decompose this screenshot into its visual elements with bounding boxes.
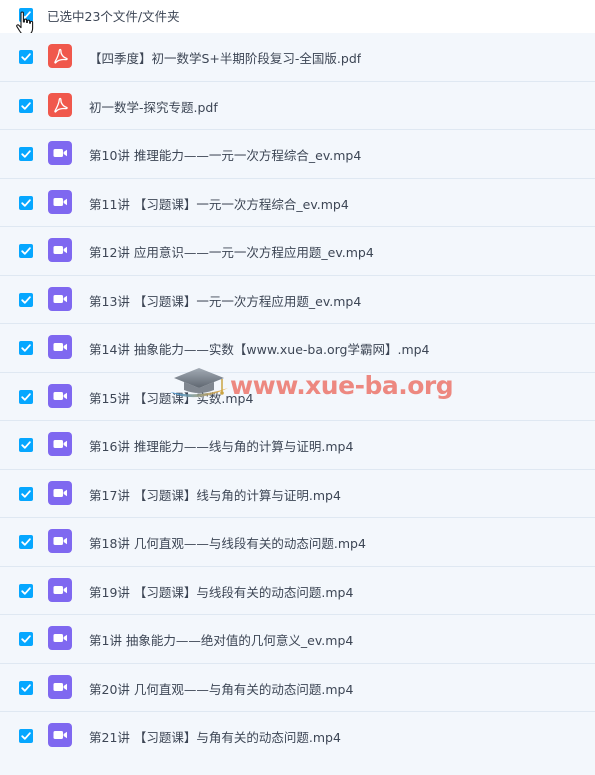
- file-checkbox[interactable]: [19, 341, 33, 355]
- file-row[interactable]: 第15讲 【习题课】实数.mp4: [0, 372, 595, 421]
- video-file-icon: [48, 383, 72, 408]
- file-checkbox[interactable]: [19, 583, 33, 598]
- file-name[interactable]: 第15讲 【习题课】实数.mp4: [89, 388, 253, 407]
- file-row[interactable]: 第14讲 抽象能力——实数【www.xue-ba.org学霸网】.mp4: [0, 324, 595, 373]
- video-file-icon: [48, 529, 72, 553]
- file-checkbox[interactable]: [19, 292, 33, 307]
- checkbox-checked-icon: [21, 441, 31, 449]
- file-checkbox[interactable]: [19, 195, 33, 210]
- checkbox-checked-icon: [21, 538, 31, 546]
- checkbox-checked-icon: [21, 295, 31, 304]
- file-name[interactable]: 第13讲 【习题课】一元一次方程应用题_ev.mp4: [89, 291, 361, 310]
- file-row[interactable]: 第11讲 【习题课】一元一次方程综合_ev.mp4: [0, 178, 595, 227]
- video-file-icon: [48, 480, 72, 505]
- file-name[interactable]: 第20讲 几何直观——与角有关的动态问题.mp4: [89, 679, 353, 698]
- file-name[interactable]: 第1讲 抽象能力——绝对值的几何意义_ev.mp4: [89, 630, 353, 649]
- file-row[interactable]: 第19讲 【习题课】与线段有关的动态问题.mp4: [0, 566, 595, 615]
- file-row[interactable]: 第18讲 几何直观——与线段有关的动态问题.mp4: [0, 518, 595, 567]
- checkbox-checked-icon: [21, 683, 31, 692]
- video-file-icon: [48, 577, 72, 602]
- video-file-icon: [48, 432, 72, 456]
- checkbox-checked-icon: [21, 392, 31, 401]
- pdf-file-icon: [48, 44, 72, 68]
- file-checkbox[interactable]: [19, 98, 33, 113]
- file-name[interactable]: 第16讲 推理能力——线与角的计算与证明.mp4: [89, 436, 353, 455]
- file-name[interactable]: 第18讲 几何直观——与线段有关的动态问题.mp4: [89, 533, 366, 552]
- file-name[interactable]: 第14讲 抽象能力——实数【www.xue-ba.org学霸网】.mp4: [89, 339, 430, 358]
- file-name[interactable]: 初一数学-探究专题.pdf: [89, 97, 218, 116]
- file-row[interactable]: 第12讲 应用意识——一元一次方程应用题_ev.mp4: [0, 227, 595, 276]
- video-file-icon: [48, 189, 72, 214]
- file-row[interactable]: 初一数学-探究专题.pdf: [0, 81, 595, 130]
- file-checkbox[interactable]: [19, 632, 33, 646]
- video-file-icon: [48, 335, 72, 359]
- file-row[interactable]: 第20讲 几何直观——与角有关的动态问题.mp4: [0, 663, 595, 712]
- checkbox-checked-icon: [21, 344, 31, 352]
- video-file-icon: [48, 723, 72, 747]
- video-file-icon: [48, 674, 72, 699]
- file-checkbox[interactable]: [19, 486, 33, 501]
- selection-count-label: 已选中23个文件/文件夹: [47, 9, 180, 24]
- file-row[interactable]: 第16讲 推理能力——线与角的计算与证明.mp4: [0, 421, 595, 470]
- file-row[interactable]: 第13讲 【习题课】一元一次方程应用题_ev.mp4: [0, 275, 595, 324]
- pdf-file-icon: [48, 92, 72, 117]
- file-name[interactable]: 第19讲 【习题课】与线段有关的动态问题.mp4: [89, 582, 353, 601]
- file-name[interactable]: 【四季度】初一数学S+半期阶段复习-全国版.pdf: [89, 48, 361, 67]
- file-list: 【四季度】初一数学S+半期阶段复习-全国版.pdf 初一数学-探究专题.pdf …: [0, 33, 595, 761]
- file-name[interactable]: 第12讲 应用意识——一元一次方程应用题_ev.mp4: [89, 242, 374, 261]
- checkbox-checked-icon: [21, 53, 31, 61]
- file-checkbox[interactable]: [19, 680, 33, 695]
- file-checkbox[interactable]: [19, 244, 33, 258]
- file-checkbox[interactable]: [19, 438, 33, 452]
- file-name[interactable]: 第11讲 【习题课】一元一次方程综合_ev.mp4: [89, 194, 349, 213]
- checkbox-checked-icon: [21, 635, 31, 643]
- file-checkbox[interactable]: [19, 535, 33, 549]
- video-file-icon: [48, 626, 72, 650]
- file-row[interactable]: 第17讲 【习题课】线与角的计算与证明.mp4: [0, 469, 595, 518]
- checkbox-checked-icon: [21, 489, 31, 498]
- file-row[interactable]: 第21讲 【习题课】与角有关的动态问题.mp4: [0, 712, 595, 761]
- checkbox-checked-icon: [21, 198, 31, 207]
- checkbox-checked-icon: [21, 247, 31, 255]
- file-checkbox[interactable]: [19, 389, 33, 404]
- checkbox-checked-icon: [21, 101, 31, 110]
- file-row[interactable]: 【四季度】初一数学S+半期阶段复习-全国版.pdf: [0, 33, 595, 82]
- video-file-icon: [48, 238, 72, 262]
- file-row[interactable]: 第10讲 推理能力——一元一次方程综合_ev.mp4: [0, 130, 595, 179]
- video-file-icon: [48, 141, 72, 165]
- checkbox-checked-icon: [21, 586, 31, 595]
- file-checkbox[interactable]: [19, 147, 33, 161]
- selection-header: 已选中23个文件/文件夹: [0, 0, 595, 36]
- file-name[interactable]: 第21讲 【习题课】与角有关的动态问题.mp4: [89, 727, 341, 746]
- checkbox-checked-icon: [21, 150, 31, 158]
- video-file-icon: [48, 286, 72, 311]
- file-checkbox[interactable]: [19, 729, 33, 743]
- file-name[interactable]: 第10讲 推理能力——一元一次方程综合_ev.mp4: [89, 145, 361, 164]
- file-row[interactable]: 第1讲 抽象能力——绝对值的几何意义_ev.mp4: [0, 615, 595, 664]
- checkbox-checked-icon: [21, 732, 31, 740]
- file-checkbox[interactable]: [19, 50, 33, 64]
- file-name[interactable]: 第17讲 【习题课】线与角的计算与证明.mp4: [89, 485, 341, 504]
